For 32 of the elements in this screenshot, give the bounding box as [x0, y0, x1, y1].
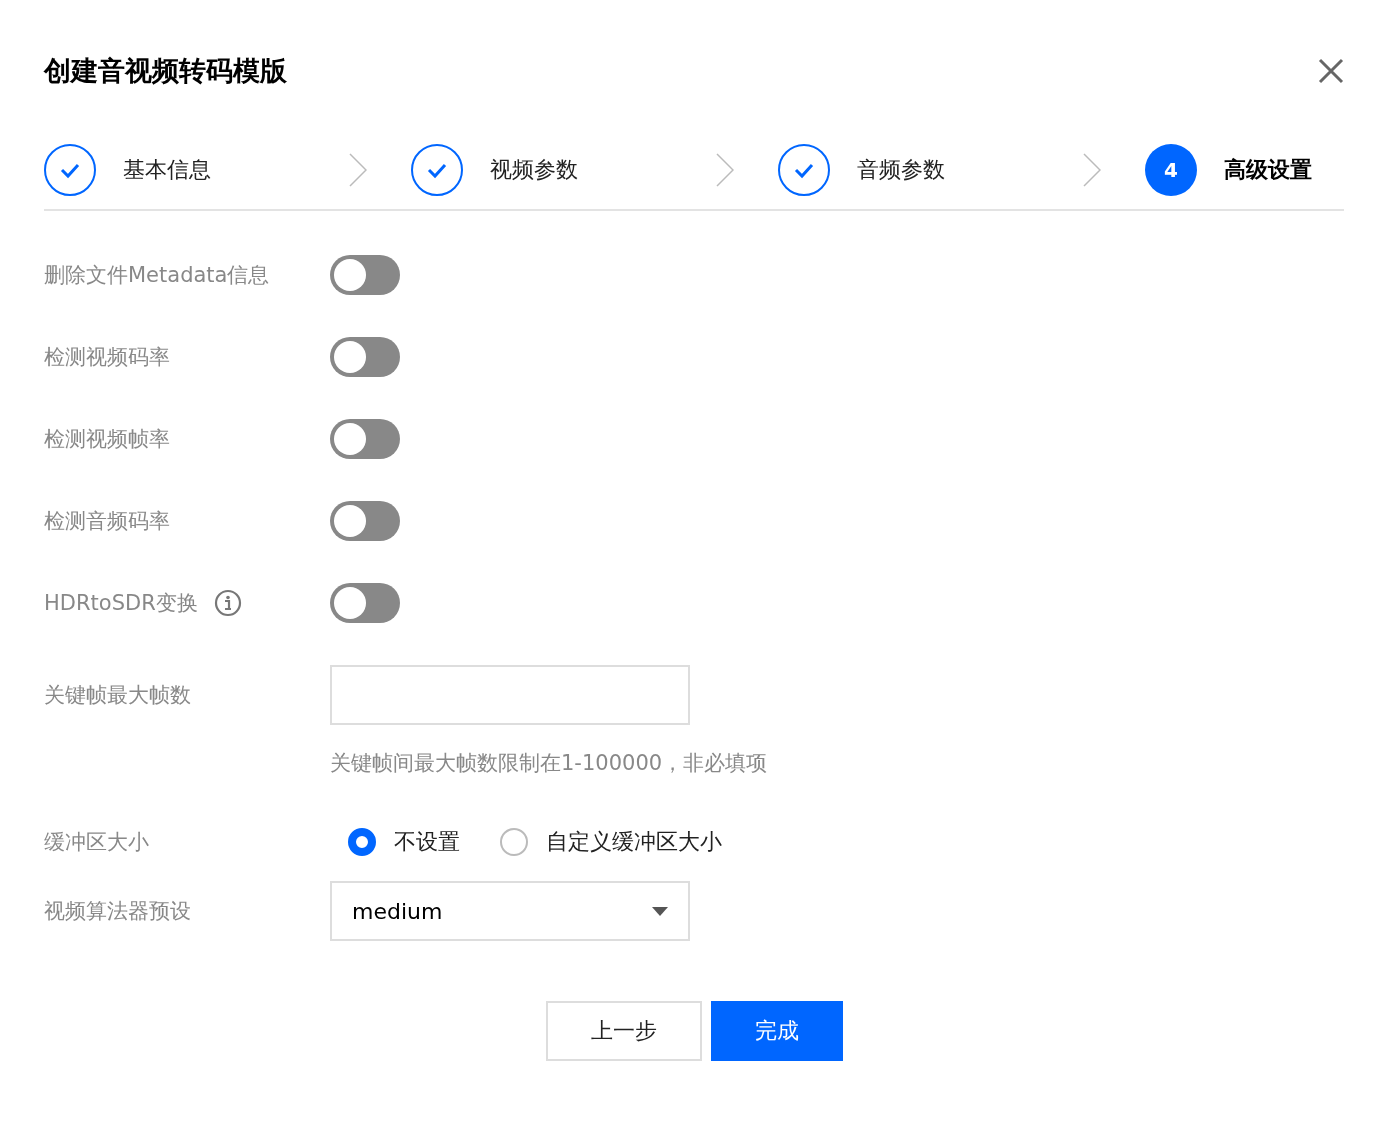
chevron-right-icon: [716, 153, 734, 187]
chevron-right-icon: [349, 153, 367, 187]
field-hint: 关键帧间最大帧数限制在1-100000，非必填项: [330, 750, 768, 777]
field-label: 删除文件Metadata信息: [44, 262, 270, 289]
select-dropdown[interactable]: medium: [330, 881, 690, 941]
chevron-right-icon: [1083, 153, 1101, 187]
radio-option[interactable]: 自定义缓冲区大小: [500, 827, 722, 857]
step-label: 高级设置: [1224, 156, 1312, 184]
back-button[interactable]: 上一步: [545, 1001, 702, 1061]
step-label: 音频参数: [857, 156, 945, 184]
step-label: 视频参数: [490, 156, 578, 184]
field-label: 检测视频帧率: [44, 426, 170, 453]
toggle-switch[interactable]: [330, 255, 400, 295]
caret-icon: [652, 906, 668, 916]
step-number: 4: [1145, 144, 1197, 196]
info-icon[interactable]: [213, 589, 242, 617]
field-label: 检测视频码率: [44, 344, 170, 371]
finish-button[interactable]: 完成: [710, 1001, 843, 1061]
toggle-switch[interactable]: [330, 583, 400, 623]
dialog-title: 创建音视频转码模版: [44, 54, 287, 88]
toggle-switch[interactable]: [330, 337, 400, 377]
field-label: 缓冲区大小: [44, 829, 149, 856]
field-label: HDRtoSDR变换: [44, 590, 198, 617]
toggle-switch[interactable]: [330, 419, 400, 459]
radio-option[interactable]: 不设置: [348, 827, 460, 857]
toggle-switch[interactable]: [330, 501, 400, 541]
field-label: 关键帧最大帧数: [44, 682, 191, 709]
step-label: 基本信息: [123, 156, 211, 184]
field-label: 检测音频码率: [44, 508, 170, 535]
close-icon[interactable]: [1318, 58, 1344, 84]
input-field[interactable]: [330, 665, 690, 725]
field-label: 视频算法器预设: [44, 898, 191, 925]
